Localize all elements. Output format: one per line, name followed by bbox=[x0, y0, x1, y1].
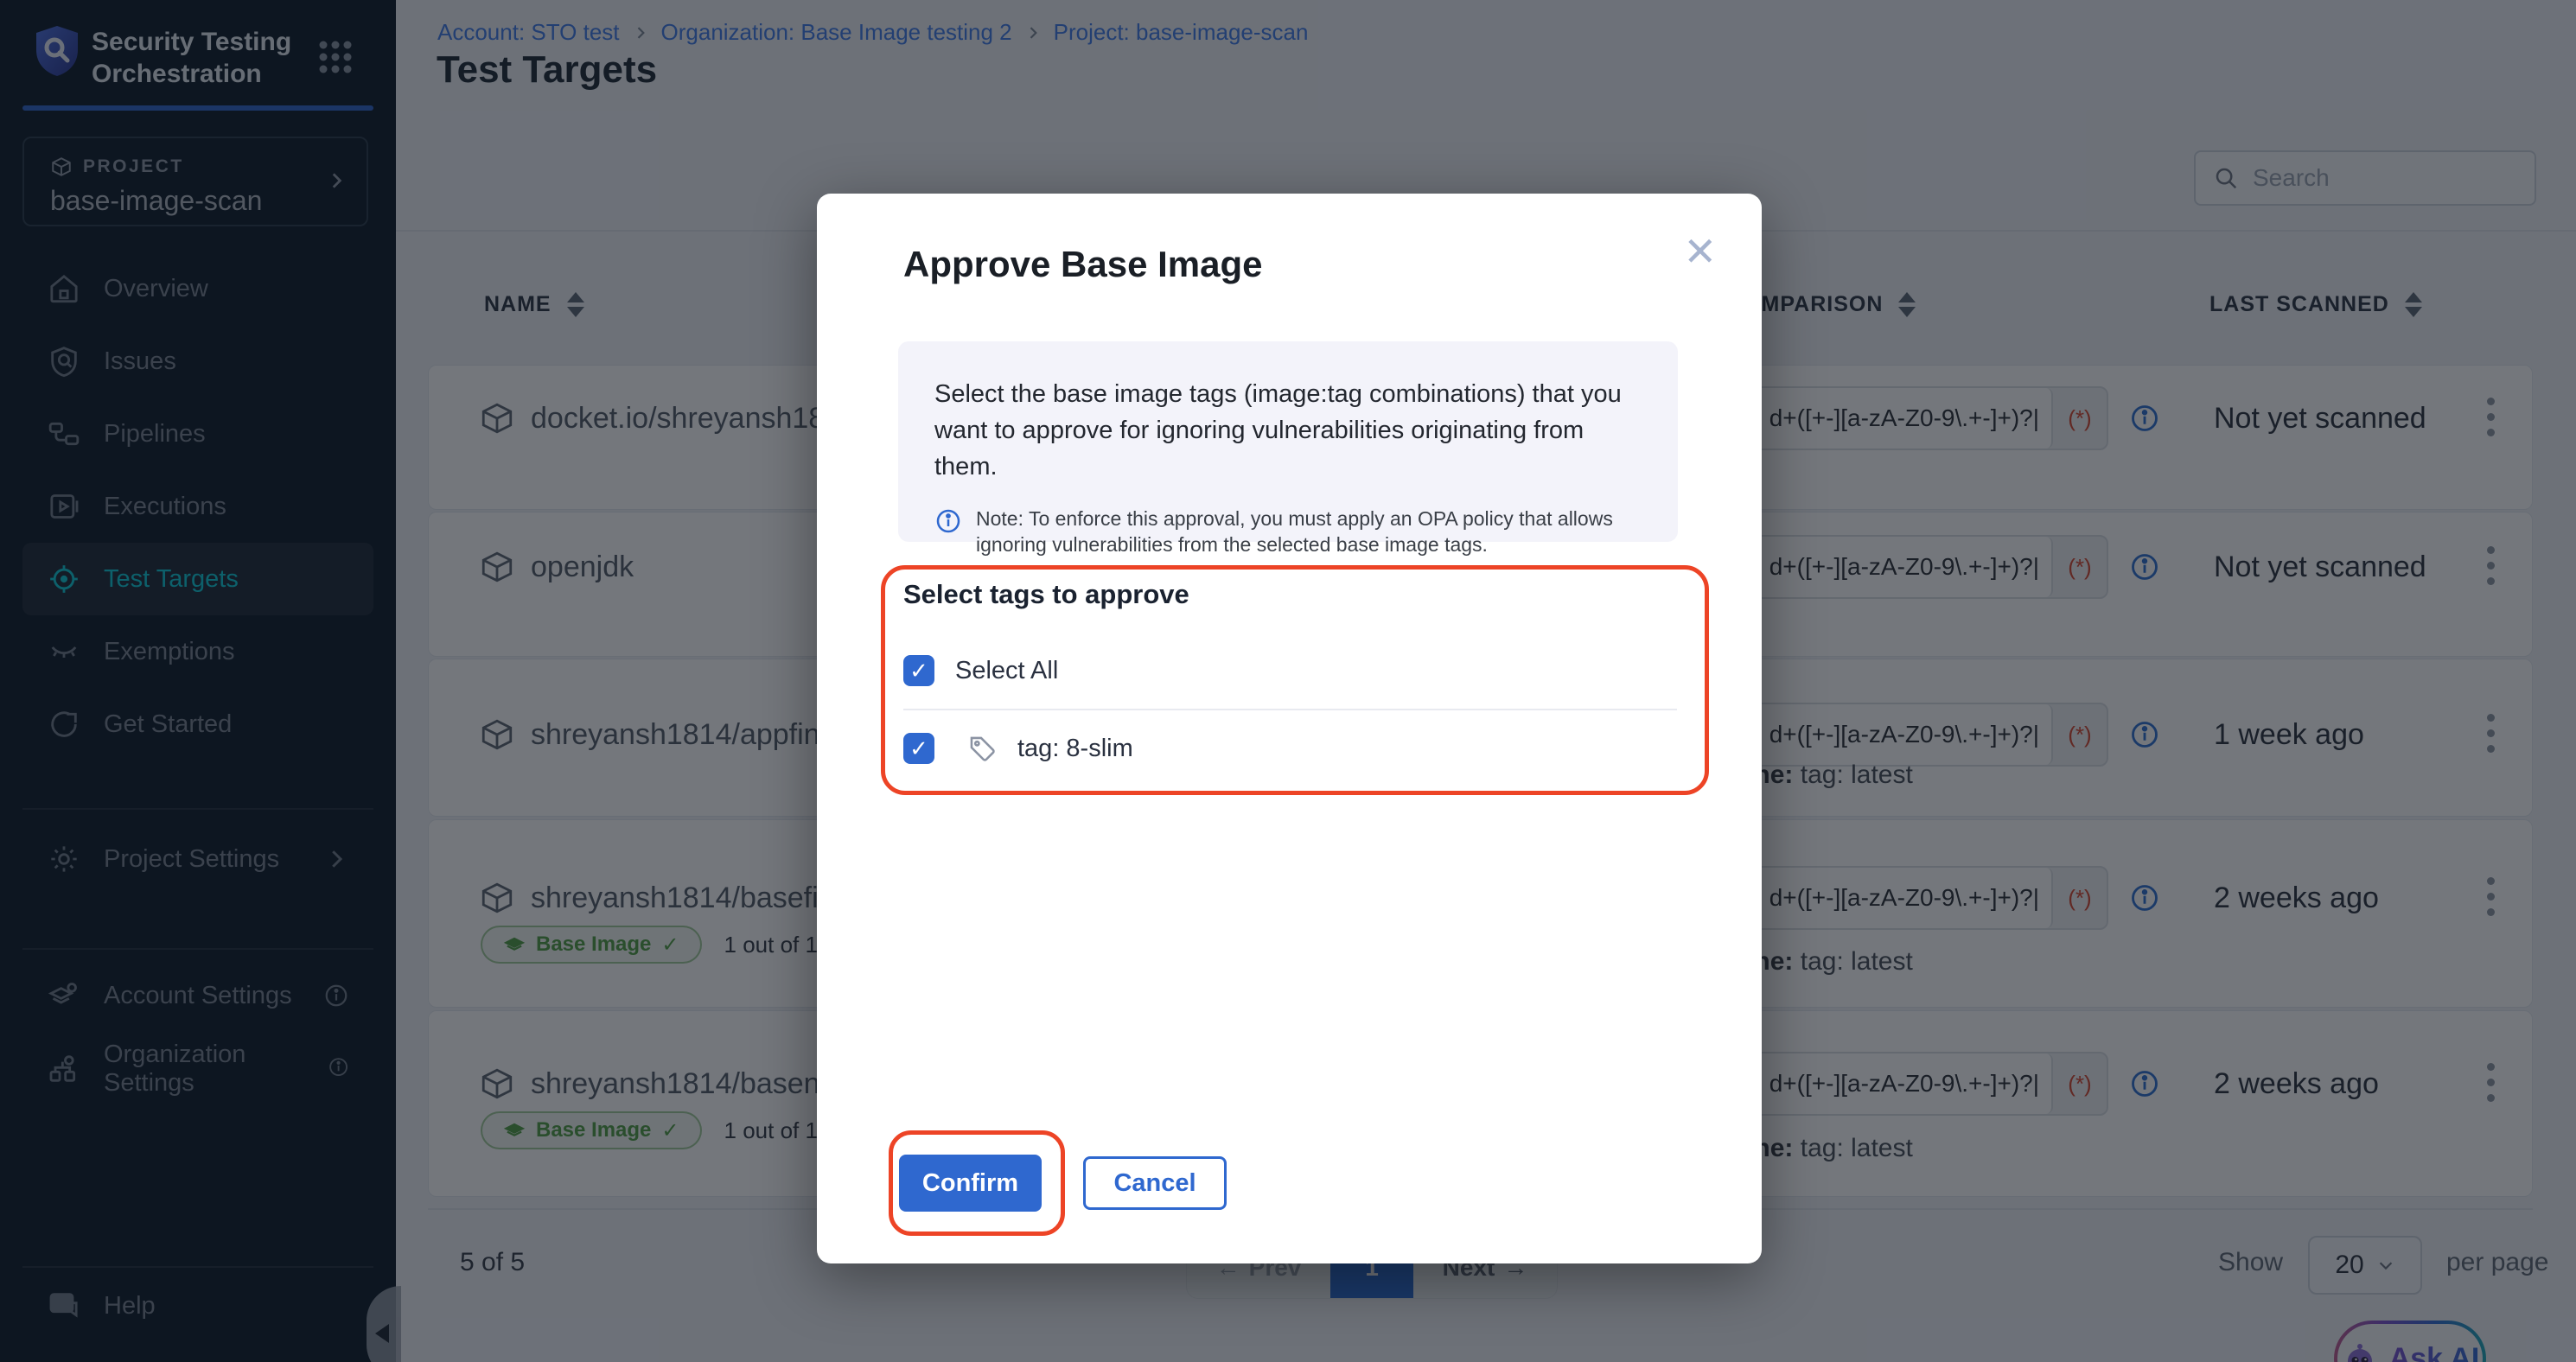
modal-title: Approve Base Image bbox=[903, 244, 1263, 285]
tag-label: tag: 8-slim bbox=[1017, 735, 1133, 763]
approve-base-image-modal: ✕ Approve Base Image Select the base ima… bbox=[817, 194, 1762, 1263]
select-all-checkbox[interactable]: ✓ bbox=[903, 655, 934, 686]
check-icon: ✓ bbox=[909, 735, 928, 762]
modal-info-panel: Select the base image tags (image:tag co… bbox=[898, 341, 1678, 542]
confirm-button[interactable]: Confirm bbox=[899, 1155, 1042, 1212]
select-all-row: ✓ Select All bbox=[903, 652, 1058, 690]
modal-note: Note: To enforce this approval, you must… bbox=[976, 506, 1642, 557]
app-root: Security Testing Orchestration PROJECT b… bbox=[0, 0, 2576, 1362]
tag-checkbox[interactable]: ✓ bbox=[903, 733, 934, 764]
modal-description: Select the base image tags (image:tag co… bbox=[934, 376, 1642, 485]
select-all-label: Select All bbox=[955, 657, 1058, 685]
tag-icon bbox=[967, 734, 997, 763]
select-tags-section-title: Select tags to approve bbox=[903, 579, 1189, 610]
info-icon bbox=[934, 507, 962, 535]
cancel-button[interactable]: Cancel bbox=[1083, 1156, 1227, 1210]
check-icon: ✓ bbox=[909, 658, 928, 684]
tag-row: ✓ tag: 8-slim bbox=[903, 729, 1133, 767]
close-icon[interactable]: ✕ bbox=[1683, 232, 1717, 271]
section-divider bbox=[903, 709, 1677, 710]
